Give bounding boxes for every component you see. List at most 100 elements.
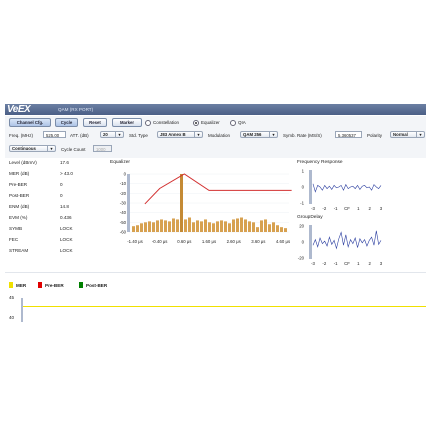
equalizer-bar [248, 221, 251, 232]
mode-select[interactable]: Continuous ▾ [9, 145, 56, 152]
equalizer-bar [220, 220, 223, 232]
measurement-row: SYMB [9, 226, 22, 231]
equalizer-bar [272, 222, 275, 232]
symb-rate-label: Symb. Rate (MS/S) [283, 133, 322, 138]
radio-qia[interactable] [230, 120, 236, 126]
y-tick-label: 0 [302, 185, 305, 190]
measurement-value: 0 [60, 193, 63, 198]
equalizer-bar [244, 219, 247, 232]
cycle-count-label: Cycle Count [61, 147, 86, 152]
x-tick-label: 1 [357, 261, 360, 266]
radio-equalizer[interactable] [193, 120, 199, 126]
x-tick-label: 1.60 μs [202, 239, 216, 244]
equalizer-bar [284, 228, 287, 232]
y-tick-label: -1 [300, 201, 304, 206]
equalizer-bar [196, 220, 199, 232]
trend-y-tick: 40 [9, 315, 15, 320]
equalizer-bar [184, 219, 187, 232]
measurement-row: Level (dBmV) [9, 160, 37, 165]
equalizer-bar [144, 222, 147, 232]
equalizer-bar [168, 221, 171, 232]
equalizer-bar [228, 223, 231, 232]
equalizer-bar [152, 222, 155, 232]
legend-swatch-post-ber [79, 282, 83, 288]
measurement-label: FEC [9, 237, 19, 242]
group-delay-line [312, 230, 382, 250]
x-tick-label: 3 [380, 206, 383, 211]
x-tick-label: 0.60 μs [177, 239, 191, 244]
cycle-button[interactable]: Cycle [55, 118, 78, 127]
equalizer-bar [176, 219, 179, 232]
measurement-row: Pre-BER [9, 182, 27, 187]
polarity-select[interactable]: Normal ▾ [390, 131, 425, 138]
measurement-row: MER (dB) [9, 171, 29, 176]
modulation-label: Modulation [208, 133, 231, 138]
equalizer-bar [280, 227, 283, 232]
equalizer-bar [188, 217, 191, 232]
x-tick-label: 4.60 μs [276, 239, 290, 244]
equalizer-bar [240, 217, 243, 232]
chevron-down-icon: ▾ [194, 132, 202, 137]
y-tick-label: -10 [120, 181, 127, 186]
measurement-value: LOCK [60, 237, 73, 242]
freq-field[interactable]: 525.00 [43, 131, 66, 138]
modulation-select[interactable]: QAM 256 ▾ [240, 131, 278, 138]
equalizer-bar [132, 226, 135, 232]
radio-constellation[interactable] [145, 120, 151, 126]
polarity-label: Polarity [367, 133, 383, 138]
limit-line [144, 173, 292, 205]
measurement-row: FEC [9, 237, 18, 242]
equalizer-bar [200, 221, 203, 232]
modulation-value: QAM 256 [243, 132, 262, 137]
measurement-label: Pre-BER [9, 182, 28, 187]
equalizer-bar [180, 174, 183, 232]
channel-cfg-button[interactable]: Channel Cfg. [9, 118, 51, 127]
measurements-panel: Level (dBmV) 17.6 MER (dB) > 43.0 Pre-BE… [9, 159, 104, 259]
std-value: J83 Annex B [160, 132, 186, 137]
equalizer-bar [164, 220, 167, 232]
y-tick-label: 20 [299, 224, 304, 229]
trend-legend: MER Pre-BER Post-BER [9, 281, 129, 289]
measurement-value: 14.8 [60, 204, 69, 209]
symb-rate-field[interactable]: 5.360537 [335, 131, 362, 138]
freq-label: Freq. (MHz) [9, 133, 33, 138]
x-tick-label: -2 [322, 261, 326, 266]
measurement-label: Post-BER [9, 193, 30, 198]
std-label: Std. Type [129, 133, 148, 138]
y-tick-label: -20 [298, 256, 305, 261]
att-select[interactable]: 20 ▾ [100, 131, 124, 138]
equalizer-bar [148, 221, 151, 232]
chevron-down-icon: ▾ [416, 132, 424, 137]
measurement-label: MER (dB) [9, 171, 30, 176]
radio-equalizer-label: Equalizer [201, 120, 220, 125]
y-tick-label: -20 [120, 191, 127, 196]
equalizer-bar [160, 219, 163, 232]
chart-axis-bar [309, 170, 312, 204]
chart-axis-bar [127, 174, 130, 232]
equalizer-bar [156, 220, 159, 232]
x-tick-label: -1 [334, 261, 338, 266]
measurement-value: LOCK [60, 248, 73, 253]
x-tick-label: -2 [322, 206, 326, 211]
measurement-value: 0 [60, 182, 63, 187]
equalizer-bar [192, 222, 195, 232]
cycle-count-field[interactable]: 1000 [93, 145, 112, 152]
std-select[interactable]: J83 Annex B ▾ [157, 131, 203, 138]
legend-swatch-mer [9, 282, 13, 288]
measurement-row: EVM (%) [9, 215, 27, 220]
marker-button[interactable]: Marker [112, 118, 142, 127]
chart-title: Equalizer [110, 159, 130, 165]
chart-title: GroupDelay [297, 214, 323, 220]
trend-y-tick: 45 [9, 295, 15, 300]
equalizer-bar [208, 222, 211, 232]
x-tick-label: 2 [368, 261, 371, 266]
y-tick-label: 0 [124, 172, 127, 177]
equalizer-bar [264, 219, 267, 232]
equalizer-bar [204, 219, 207, 232]
group-delay-chart: GroupDelay 20 0 -20 -3 -2 -1 CF 1 2 3 [297, 214, 383, 266]
app-title: QAM (RX PORT) [58, 107, 94, 112]
reset-button[interactable]: Reset [83, 118, 107, 127]
y-tick-label: -60 [120, 230, 127, 235]
divider [5, 272, 426, 273]
x-tick-label: 2 [368, 206, 371, 211]
